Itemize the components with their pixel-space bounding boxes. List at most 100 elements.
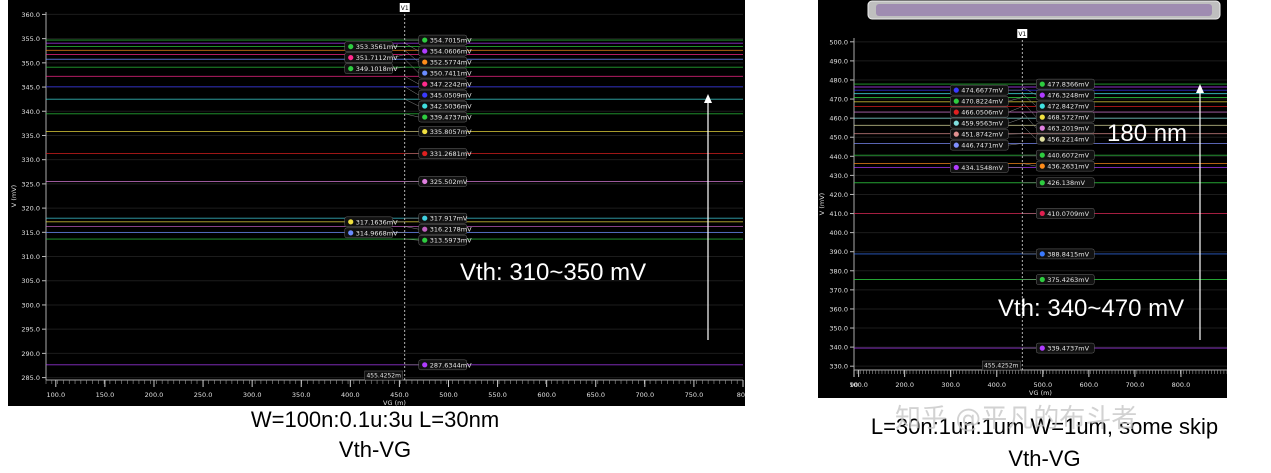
x-tick-label: 450.0 (390, 391, 409, 399)
marker-leader (404, 42, 419, 52)
marker-dot (1039, 251, 1045, 257)
y-tick-label: 420.0 (829, 191, 848, 199)
x-tick-label: 600.0 (537, 391, 556, 399)
y-tick-label: 310.0 (21, 253, 40, 261)
y-tick-label: 400.0 (829, 229, 848, 237)
marker-value: 353.3561mV (356, 43, 398, 51)
x-tick-label: 250.0 (194, 391, 213, 399)
marker-value: 354.7015mV (430, 37, 472, 45)
marker-value: 426.138mV (1047, 179, 1085, 187)
marker-dot (1039, 114, 1045, 120)
marker-dot (1039, 92, 1045, 98)
x-tick-label: 700.0 (636, 391, 655, 399)
marker-dot (422, 103, 428, 109)
marker-dot (422, 37, 428, 43)
y-tick-label: 390.0 (829, 248, 848, 256)
marker-dot (1039, 163, 1045, 169)
y-tick-label: 340.0 (829, 344, 848, 352)
marker-value: 470.8224mV (961, 98, 1003, 106)
y-tick-label: 360.0 (829, 305, 848, 313)
marker-value: 434.1548mV (961, 164, 1003, 172)
marker-leader (404, 50, 419, 63)
marker-dot (348, 43, 354, 50)
y-tick-label: 325.0 (21, 180, 40, 188)
y-tick-label: 330.0 (829, 363, 848, 371)
marker-dot (1039, 210, 1045, 217)
marker-dot (422, 59, 428, 65)
y-tick-label: 480.0 (829, 76, 848, 84)
y-tick-label: 305.0 (21, 277, 40, 285)
marker-dot (1039, 152, 1045, 158)
x-tick-label: 400.0 (987, 381, 1006, 389)
y-tick-label: 490.0 (829, 57, 848, 65)
y-tick-label: 330.0 (21, 156, 40, 164)
y-tick-label: 335.0 (21, 132, 40, 140)
marker-dot (953, 142, 959, 148)
y-tick-label: 345.0 (21, 84, 40, 92)
marker-value: 456.2214mV (1047, 136, 1089, 144)
x-tick-label: 90 (850, 381, 858, 389)
vth-range-right-annotation: Vth: 340~470 mV (998, 295, 1185, 322)
marker-leader (404, 59, 419, 74)
marker-value: 354.0606mV (430, 48, 472, 56)
marker-value: 352.5774mV (430, 59, 472, 67)
marker-dot (953, 164, 959, 171)
cursor-label: V1 (1018, 31, 1026, 38)
x-tick-label: 700.0 (1126, 381, 1145, 389)
marker-value: 451.8742mV (961, 131, 1003, 139)
marker-value: 468.5727mV (1047, 114, 1089, 122)
watermark: 知乎 @平凡的布斗者 (895, 404, 1138, 434)
marker-dot (348, 54, 354, 61)
marker-dot (1039, 125, 1045, 131)
marker-value: 375.4263mV (1047, 276, 1089, 284)
x-tick-label: 800 (737, 391, 745, 399)
x-axis-label: VG (m) (383, 399, 406, 406)
range-arrow-head (1196, 84, 1204, 93)
marker-dot (1039, 81, 1045, 87)
x-tick-label: 200.0 (895, 381, 914, 389)
marker-value: 477.8366mV (1047, 81, 1089, 89)
marker-value: 410.0709mV (1047, 210, 1089, 218)
marker-dot (953, 120, 959, 126)
marker-value: 317.1636mV (356, 218, 398, 226)
marker-dot (422, 226, 428, 232)
y-axis-label: V (mV) (10, 185, 18, 207)
right-caption-title: Vth-VG (1008, 446, 1081, 471)
x-tick-label: 300.0 (941, 381, 960, 389)
y-tick-label: 370.0 (829, 286, 848, 294)
y-tick-label: 295.0 (21, 326, 40, 334)
right-chart: 330.0 340.0 350.0 360.0 370.0 380.0 390.0 400.0… (818, 0, 1227, 397)
zoom-scrollbar-thumb (876, 4, 1212, 16)
left-chart: 285.0 290.0 295.0 300.0 305.0 310.0 315.0 320.0… (10, 3, 745, 406)
range-arrow-head (704, 94, 712, 103)
y-tick-label: 340.0 (21, 108, 40, 116)
x-axis-label: VG (m) (1029, 389, 1052, 397)
marker-value: 436.2631mV (1047, 163, 1089, 171)
marker-value: 339.4737mV (1047, 345, 1089, 353)
marker-value: 317.917mV (430, 215, 468, 223)
x-tick-label: 150.0 (96, 391, 115, 399)
marker-value: 314.9668mV (356, 229, 398, 237)
y-tick-label: 500.0 (829, 38, 848, 46)
x-tick-label: 600.0 (1080, 381, 1099, 389)
y-axis-label: V (mV) (818, 193, 826, 215)
marker-dot (348, 230, 354, 236)
x-tick-label: 100.0 (47, 391, 66, 399)
marker-dot (422, 70, 428, 76)
marker-dot (422, 237, 428, 243)
marker-leader (404, 86, 419, 96)
x-tick-label: 500.0 (1033, 381, 1052, 389)
marker-value: 440.6072mV (1047, 152, 1089, 160)
left-chart-panel: 285.0 290.0 295.0 300.0 305.0 310.0 315.0 320.0… (8, 0, 745, 406)
y-tick-label: 460.0 (829, 115, 848, 123)
marker-dot (1039, 103, 1045, 109)
y-tick-label: 430.0 (829, 172, 848, 180)
marker-value: 351.7112mV (356, 54, 398, 62)
marker-dot (953, 109, 959, 115)
y-tick-label: 350.0 (21, 59, 40, 67)
marker-dot (953, 87, 959, 93)
marker-value: 350.7411mV (430, 70, 472, 78)
marker-dot (422, 81, 428, 87)
y-tick-label: 350.0 (829, 325, 848, 333)
marker-dot (1039, 180, 1045, 186)
